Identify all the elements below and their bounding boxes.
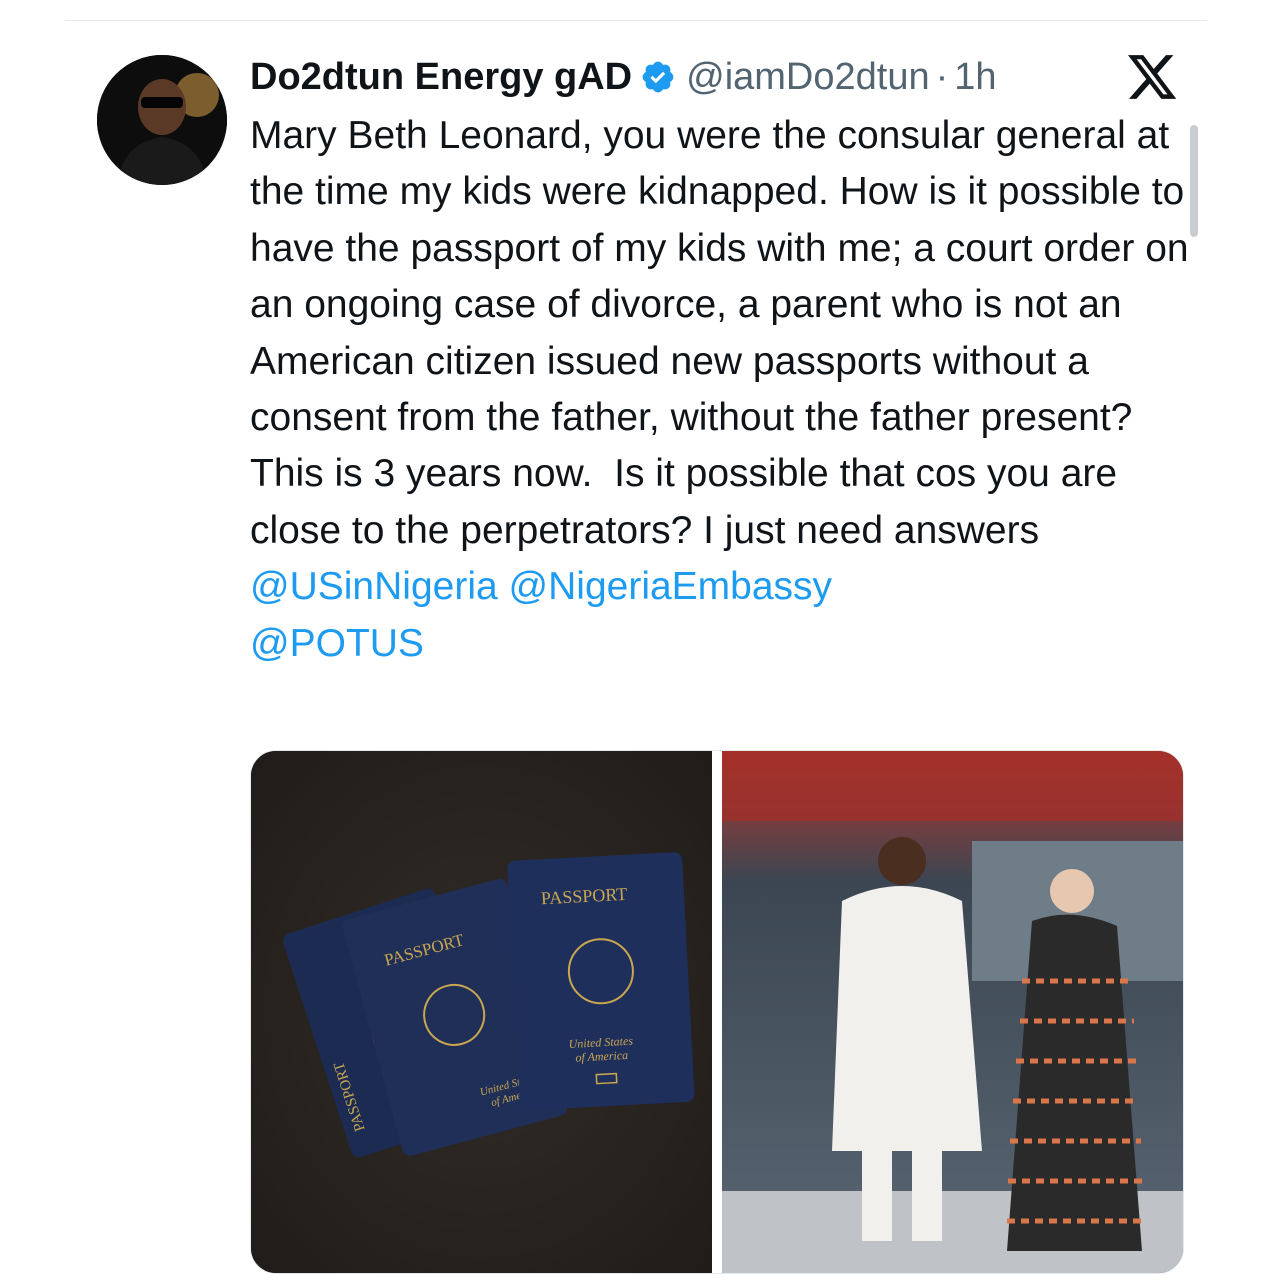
separator-dot: · bbox=[935, 55, 949, 98]
verified-badge-icon bbox=[640, 59, 676, 95]
display-name[interactable]: Do2dtun Energy gAD bbox=[250, 56, 632, 99]
tweet-header: Do2dtun Energy gAD @iamDo2dtun · 1h bbox=[250, 50, 997, 104]
avatar[interactable] bbox=[97, 55, 227, 185]
top-divider bbox=[65, 20, 1207, 21]
photo-stage[interactable] bbox=[722, 751, 1183, 1273]
avatar-image bbox=[97, 55, 227, 185]
x-logo-icon[interactable] bbox=[1128, 55, 1178, 101]
tweet-body: Mary Beth Leonard, you were the consular… bbox=[250, 114, 1200, 552]
mention-potus[interactable]: @POTUS bbox=[250, 622, 424, 665]
passport-country-3b: of America bbox=[575, 1048, 628, 1065]
tweet-media: PASSPORT PASSPORT United States of Ameri… bbox=[250, 750, 1184, 1274]
tweet-text: Mary Beth Leonard, you were the consular… bbox=[250, 108, 1190, 672]
timestamp[interactable]: 1h bbox=[954, 56, 996, 99]
mention-usinnigeria[interactable]: @USinNigeria bbox=[250, 565, 498, 608]
user-handle[interactable]: @iamDo2dtun bbox=[686, 56, 929, 99]
photo-passports[interactable]: PASSPORT PASSPORT United States of Ameri… bbox=[251, 751, 712, 1273]
mention-nigeriaembassy[interactable]: @NigeriaEmbassy bbox=[509, 565, 833, 608]
